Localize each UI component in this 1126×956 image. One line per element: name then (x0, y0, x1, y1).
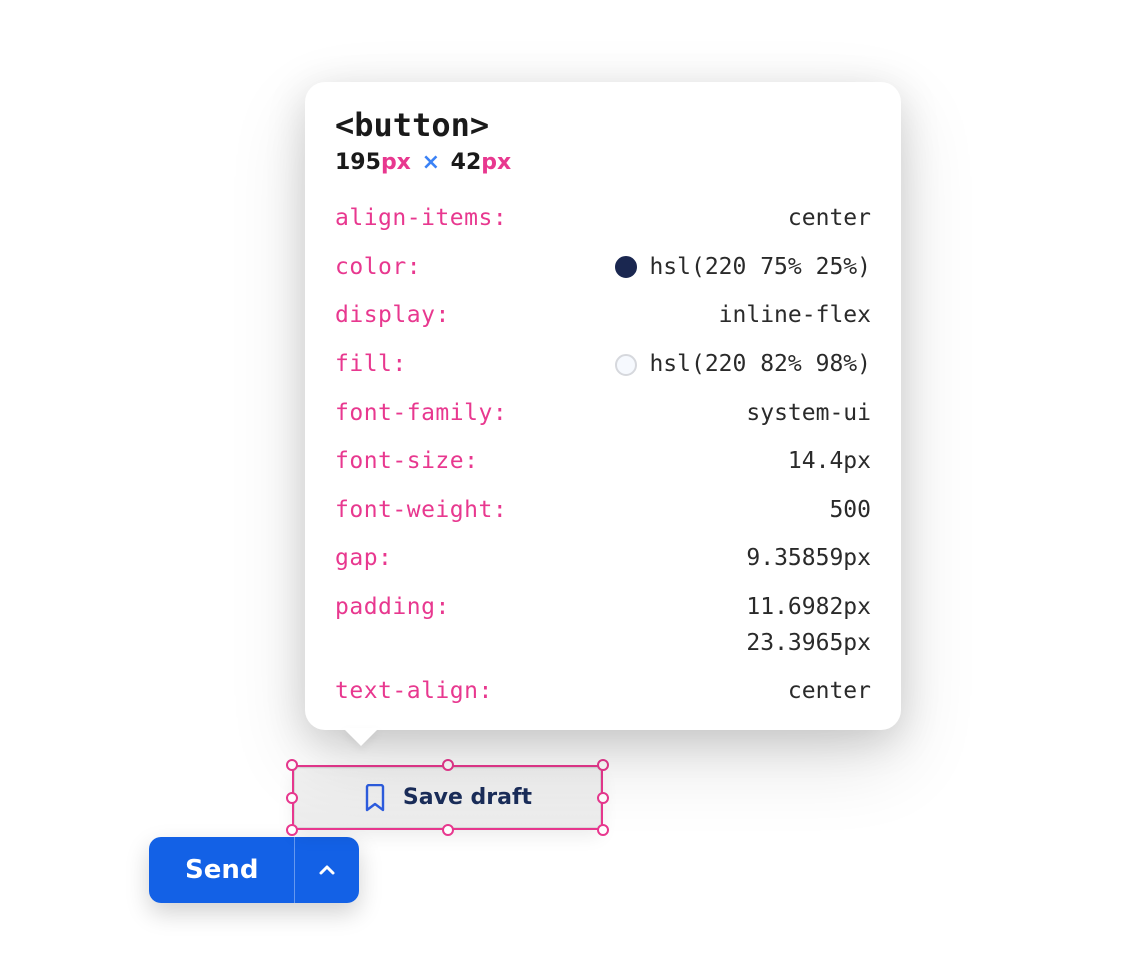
prop-gap: gap 9.35859px (335, 541, 871, 577)
prop-name: display (335, 298, 450, 334)
chevron-up-icon (317, 860, 337, 880)
prop-value: system-ui (746, 396, 871, 432)
selection-handle[interactable] (597, 759, 609, 771)
prop-value: inline-flex (719, 298, 871, 334)
dim-height-unit: px (481, 150, 511, 175)
prop-name: align-items (335, 201, 507, 237)
prop-value: hsl(220 82% 98%) (615, 347, 871, 383)
prop-name: fill (335, 347, 407, 383)
css-properties-list: align-items center color hsl(220 75% 25%… (335, 201, 871, 710)
prop-value: 9.35859px (746, 541, 871, 577)
prop-font-weight: font-weight 500 (335, 493, 871, 529)
prop-value: center (788, 201, 871, 237)
prop-text-align: text-align center (335, 674, 871, 710)
prop-color: color hsl(220 75% 25%) (335, 250, 871, 286)
prop-name: color (335, 250, 421, 286)
prop-fill: fill hsl(220 82% 98%) (335, 347, 871, 383)
prop-name: text-align (335, 674, 493, 710)
prop-padding: padding 11.6982px 23.3965px (335, 590, 871, 661)
prop-value: center (788, 674, 871, 710)
prop-value: 14.4px (788, 444, 871, 480)
prop-value: 500 (829, 493, 871, 529)
selection-handle[interactable] (442, 824, 454, 836)
selection-handle[interactable] (597, 824, 609, 836)
dim-width-unit: px (381, 150, 411, 175)
selection-handle[interactable] (442, 759, 454, 771)
prop-name: font-family (335, 396, 507, 432)
prop-name: padding (335, 590, 450, 626)
prop-value: hsl(220 75% 25%) (615, 250, 871, 286)
send-label: Send (185, 855, 258, 885)
selection-handle[interactable] (286, 824, 298, 836)
prop-display: display inline-flex (335, 298, 871, 334)
selection-rect (292, 765, 603, 830)
dim-width: 195 (335, 150, 381, 175)
selection-handle[interactable] (597, 792, 609, 804)
css-inspector-tooltip: <button> 195px × 42px align-items center… (305, 82, 901, 730)
send-button[interactable]: Send (149, 837, 294, 903)
prop-value: 11.6982px 23.3965px (746, 590, 871, 661)
send-button-group: Send (149, 837, 359, 903)
element-tag: <button> (335, 106, 871, 144)
selection-handle[interactable] (286, 759, 298, 771)
prop-font-family: font-family system-ui (335, 396, 871, 432)
prop-name: font-weight (335, 493, 507, 529)
prop-font-size: font-size 14.4px (335, 444, 871, 480)
selection-overlay: Save draft (292, 765, 603, 830)
color-swatch-icon (615, 256, 637, 278)
dim-separator: × (419, 150, 443, 175)
element-dimensions: 195px × 42px (335, 150, 871, 175)
prop-name: gap (335, 541, 392, 577)
selection-handle[interactable] (286, 792, 298, 804)
prop-name: font-size (335, 444, 478, 480)
color-swatch-icon (615, 354, 637, 376)
dim-height: 42 (451, 150, 482, 175)
send-dropdown-toggle[interactable] (294, 837, 359, 903)
prop-align-items: align-items center (335, 201, 871, 237)
